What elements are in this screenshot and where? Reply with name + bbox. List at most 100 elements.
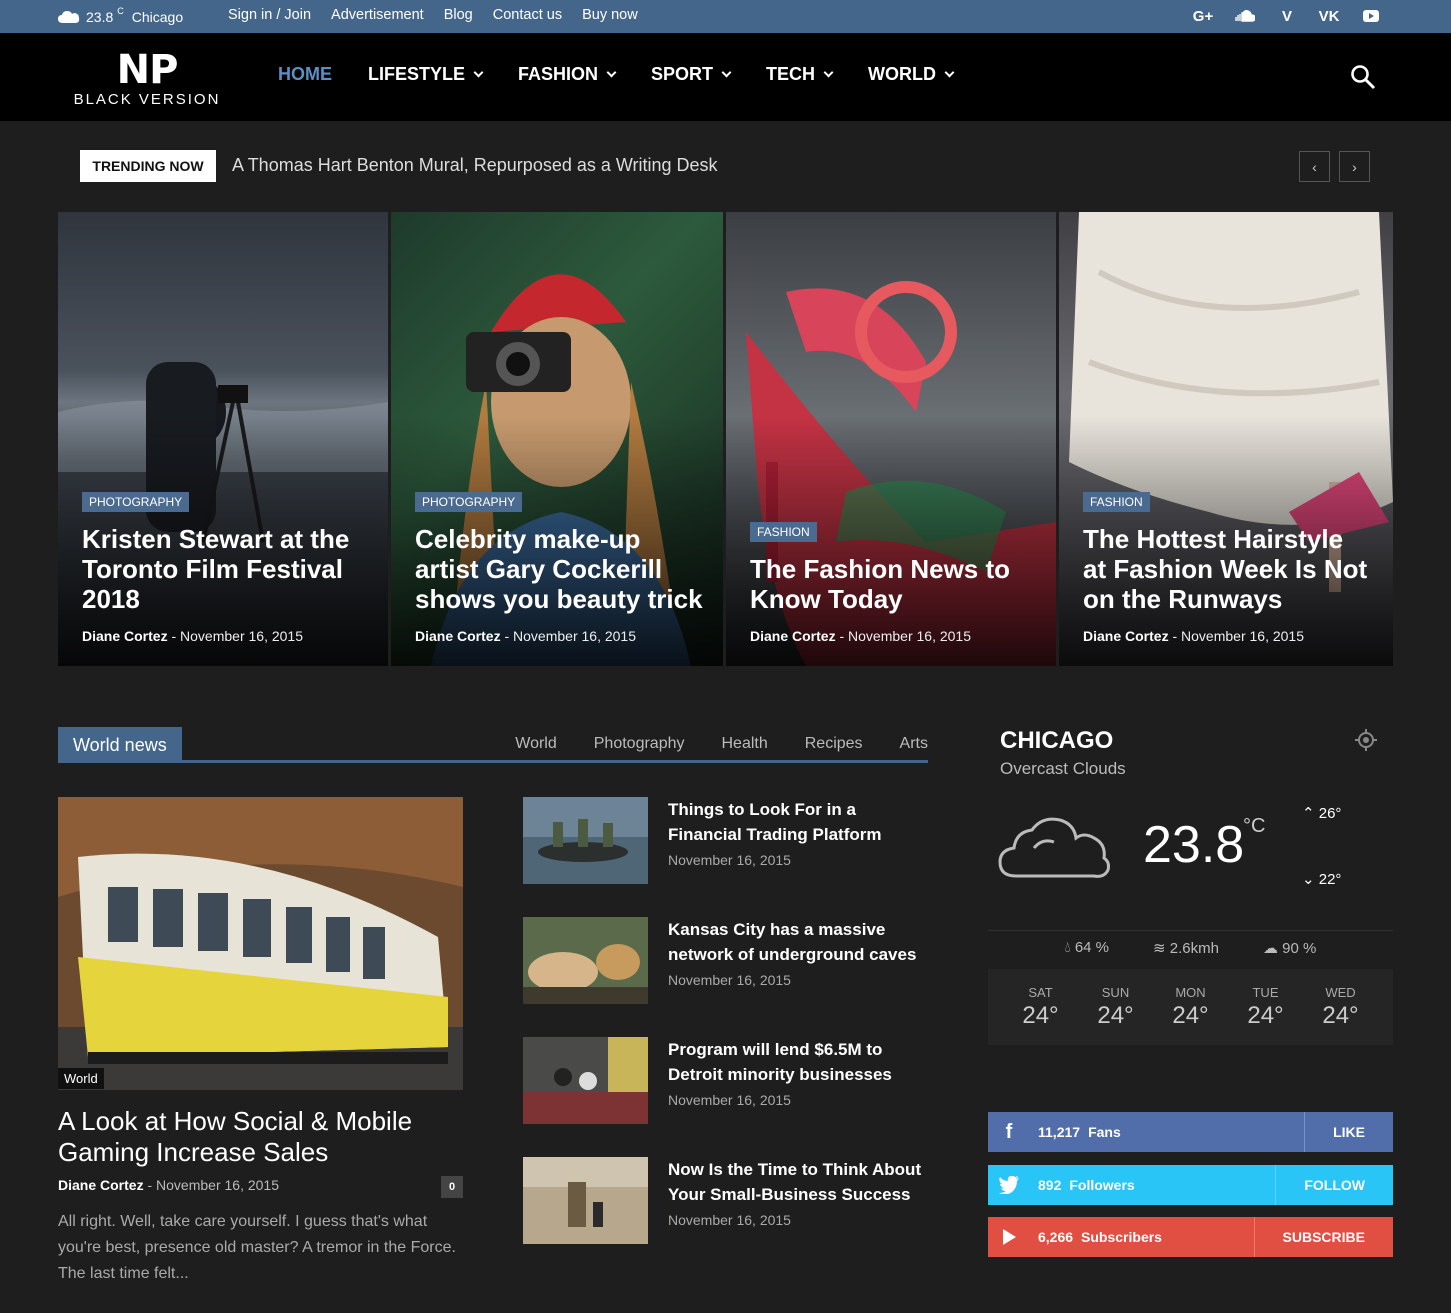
arrow-up-icon: ⌃ <box>1302 805 1319 822</box>
article-thumbnail[interactable] <box>523 1037 648 1124</box>
featured-category[interactable]: PHOTOGRAPHY <box>82 492 190 512</box>
cloud-icon: ☁︎ <box>1262 940 1283 957</box>
trending-headline[interactable]: A Thomas Hart Benton Mural, Repurposed a… <box>232 155 718 176</box>
featured-category[interactable]: FASHION <box>750 522 817 542</box>
list-item: Program will lend $6.5M to Detroit minor… <box>523 1037 928 1127</box>
featured-title[interactable]: Kristen Stewart at the Toronto Film Fest… <box>82 524 368 614</box>
forecast-day: WED 24° <box>1322 969 1358 1045</box>
tab-recipes[interactable]: Recipes <box>805 735 863 753</box>
top-links: Sign in / Join Advertisement Blog Contac… <box>228 7 658 23</box>
facebook-label: Fans <box>1088 1124 1121 1140</box>
like-button[interactable]: LIKE <box>1304 1112 1393 1152</box>
trending-next-button[interactable]: › <box>1339 151 1370 182</box>
facebook-counter[interactable]: f 11,217 Fans LIKE <box>988 1112 1393 1152</box>
list-item: Kansas City has a massive network of und… <box>523 917 928 1007</box>
featured-meta: Diane Cortez - November 16, 2015 <box>750 628 971 644</box>
logo-mark: NP <box>116 47 179 93</box>
featured-date: November 16, 2015 <box>1181 628 1304 644</box>
nav-home-label: HOME <box>278 64 332 84</box>
youtube-counter[interactable]: 6,266 Subscribers SUBSCRIBE <box>988 1217 1393 1257</box>
nav-fashion[interactable]: FASHION <box>518 64 617 85</box>
google-plus-icon[interactable]: G+ <box>1191 6 1215 26</box>
nav-lifestyle[interactable]: LIFESTYLE <box>368 64 484 85</box>
contact-link[interactable]: Contact us <box>493 7 562 23</box>
vk-icon[interactable]: VK <box>1317 6 1341 26</box>
featured-card-4[interactable]: FASHION The Hottest Hairstyle at Fashion… <box>1059 212 1393 666</box>
article-title[interactable]: Now Is the Time to Think About Your Smal… <box>668 1157 930 1207</box>
tab-health[interactable]: Health <box>721 735 767 753</box>
featured-title[interactable]: The Hottest Hairstyle at Fashion Week Is… <box>1083 524 1373 614</box>
vimeo-icon[interactable]: V <box>1275 6 1299 26</box>
youtube-icon[interactable] <box>1359 6 1383 26</box>
main-article-image[interactable] <box>58 797 463 1090</box>
forecast-day-temp: 24° <box>1172 1002 1209 1029</box>
wind-icon: ≋ <box>1153 940 1170 957</box>
weather-low: ⌄ 22° <box>1302 870 1341 888</box>
tab-photography[interactable]: Photography <box>594 735 685 753</box>
chevron-down-icon <box>944 67 955 77</box>
overcast-cloud-icon <box>998 817 1110 878</box>
article-title[interactable]: Kansas City has a massive network of und… <box>668 917 930 967</box>
article-date: November 16, 2015 <box>668 852 791 868</box>
article-title[interactable]: Things to Look For in a Financial Tradin… <box>668 797 930 847</box>
featured-title[interactable]: The Fashion News to Know Today <box>750 554 1036 614</box>
main-article-category[interactable]: World <box>58 1068 104 1089</box>
facebook-icon: f <box>1005 1120 1013 1143</box>
featured-category[interactable]: PHOTOGRAPHY <box>415 492 523 512</box>
sign-in-link[interactable]: Sign in / Join <box>228 7 311 23</box>
article-title[interactable]: Program will lend $6.5M to Detroit minor… <box>668 1037 930 1087</box>
tab-arts[interactable]: Arts <box>900 735 928 753</box>
featured-category[interactable]: FASHION <box>1083 492 1150 512</box>
soundcloud-icon[interactable] <box>1233 6 1257 26</box>
nav-tech[interactable]: TECH <box>766 64 834 85</box>
article-thumbnail[interactable] <box>523 917 648 1004</box>
weather-divider <box>988 930 1393 931</box>
featured-author[interactable]: Diane Cortez <box>1083 628 1169 644</box>
weather-description: Overcast Clouds <box>1000 759 1126 778</box>
top-bar: 23.8 C Chicago Sign in / Join Advertisem… <box>0 0 1451 33</box>
article-thumbnail[interactable] <box>523 1157 648 1244</box>
forecast-day-temp: 24° <box>1097 1002 1134 1029</box>
article-date: November 16, 2015 <box>668 972 791 988</box>
main-article-author[interactable]: Diane Cortez <box>58 1177 144 1193</box>
featured-author[interactable]: Diane Cortez <box>82 628 168 644</box>
wind-stat: ≋ 2.6kmh <box>1153 939 1219 957</box>
forecast-day: SUN 24° <box>1097 969 1133 1045</box>
nav-home[interactable]: HOME <box>278 64 332 85</box>
buy-now-link[interactable]: Buy now <box>582 7 638 23</box>
advertisement-link[interactable]: Advertisement <box>331 7 424 23</box>
subscribe-button[interactable]: SUBSCRIBE <box>1253 1217 1393 1257</box>
twitter-count: 892 <box>1038 1177 1062 1193</box>
tab-world[interactable]: World <box>515 735 557 753</box>
forecast-day-name: WED <box>1325 985 1356 1000</box>
main-article-title[interactable]: A Look at How Social & Mobile Gaming Inc… <box>58 1106 463 1168</box>
main-article-meta: Diane Cortez - November 16, 2015 <box>58 1177 279 1193</box>
main-nav: HOME LIFESTYLE FASHION SPORT TECH WORLD <box>278 64 989 85</box>
locate-icon[interactable] <box>1354 728 1378 752</box>
featured-date: November 16, 2015 <box>180 628 303 644</box>
weather-high: ⌃ 26° <box>1302 804 1341 822</box>
trending-prev-button[interactable]: ‹ <box>1299 151 1330 182</box>
top-temp: 23.8 <box>86 9 114 25</box>
featured-meta: Diane Cortez - November 16, 2015 <box>1083 628 1304 644</box>
article-thumbnail[interactable] <box>523 797 648 884</box>
featured-author[interactable]: Diane Cortez <box>415 628 501 644</box>
featured-card-2[interactable]: PHOTOGRAPHY Celebrity make-up artist Gar… <box>391 212 723 666</box>
forecast-day: MON 24° <box>1172 969 1208 1045</box>
forecast-day: TUE 24° <box>1247 969 1283 1045</box>
search-icon[interactable] <box>1350 64 1376 90</box>
featured-card-3[interactable]: FASHION The Fashion News to Know Today D… <box>726 212 1056 666</box>
comment-count-badge[interactable]: 0 <box>441 1176 463 1198</box>
blog-link[interactable]: Blog <box>444 7 473 23</box>
featured-card-1[interactable]: PHOTOGRAPHY Kristen Stewart at the Toron… <box>58 212 388 666</box>
top-social: G+ V VK <box>1191 6 1383 26</box>
twitter-counter[interactable]: 892 Followers FOLLOW <box>988 1165 1393 1205</box>
site-logo[interactable]: NP BLACK VERSION <box>66 48 228 112</box>
nav-world[interactable]: WORLD <box>868 64 955 85</box>
featured-title[interactable]: Celebrity make-up artist Gary Cockerill … <box>415 524 703 614</box>
featured-author[interactable]: Diane Cortez <box>750 628 836 644</box>
nav-sport[interactable]: SPORT <box>651 64 732 85</box>
follow-button[interactable]: FOLLOW <box>1275 1165 1393 1205</box>
humidity-stat: 💧︎ 64 % <box>1065 939 1109 957</box>
chevron-down-icon <box>606 67 617 77</box>
